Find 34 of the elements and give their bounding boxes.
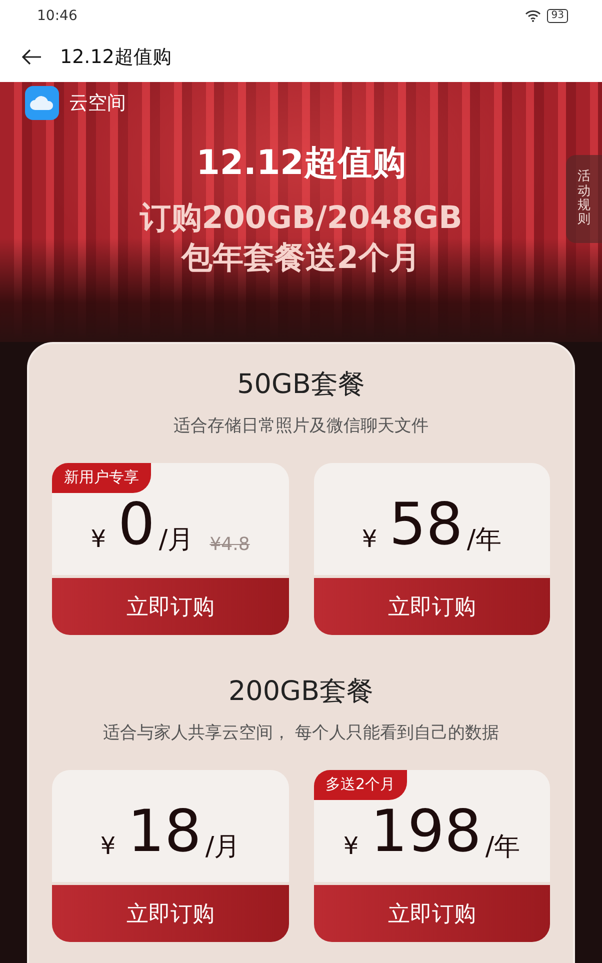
promo-headline: 12.12超值购: [196, 142, 406, 185]
promo-subline: 订购200GB/2048GB: [140, 199, 462, 238]
plan-name: 200GB套餐: [228, 675, 374, 709]
rules-tab[interactable]: 活动规则: [566, 155, 602, 243]
price-unit: /年: [466, 524, 502, 557]
currency-sign: ¥: [362, 525, 378, 553]
price-amount: 0: [118, 490, 155, 558]
buy-button[interactable]: 立即订购: [52, 578, 288, 635]
currency-sign: ¥: [90, 525, 106, 553]
price-unit: /月: [158, 524, 194, 557]
status-time: 10:46: [37, 8, 78, 24]
cloud-app-icon: [25, 86, 59, 120]
back-button[interactable]: [22, 49, 42, 65]
app-name: 云空间: [69, 91, 126, 116]
buy-button[interactable]: 立即订购: [314, 578, 550, 635]
promo-subline: 包年套餐送2个月: [182, 239, 420, 278]
price-amount: 198: [370, 797, 482, 865]
price-amount: 18: [128, 797, 202, 865]
original-price: ¥4.8: [210, 534, 250, 555]
price-amount: 58: [389, 490, 463, 558]
plan-name: 50GB套餐: [237, 368, 365, 402]
battery-level: 93: [547, 9, 568, 23]
price-unit: /年: [485, 831, 520, 864]
buy-button[interactable]: 立即订购: [52, 885, 288, 942]
buy-button[interactable]: 立即订购: [314, 885, 550, 942]
plan-description: 适合存储日常照片及微信聊天文件: [174, 415, 428, 437]
offer-badge: 多送2个月: [314, 770, 408, 800]
plan-description: 适合与家人共享云空间， 每个人只能看到自己的数据: [102, 722, 500, 744]
currency-sign: ¥: [343, 832, 359, 860]
offer-badge: 新用户专享: [52, 463, 151, 493]
currency-sign: ¥: [100, 832, 116, 860]
wifi-icon: [525, 10, 542, 22]
price-unit: /月: [205, 831, 240, 864]
page-title: 12.12超值购: [60, 45, 172, 70]
